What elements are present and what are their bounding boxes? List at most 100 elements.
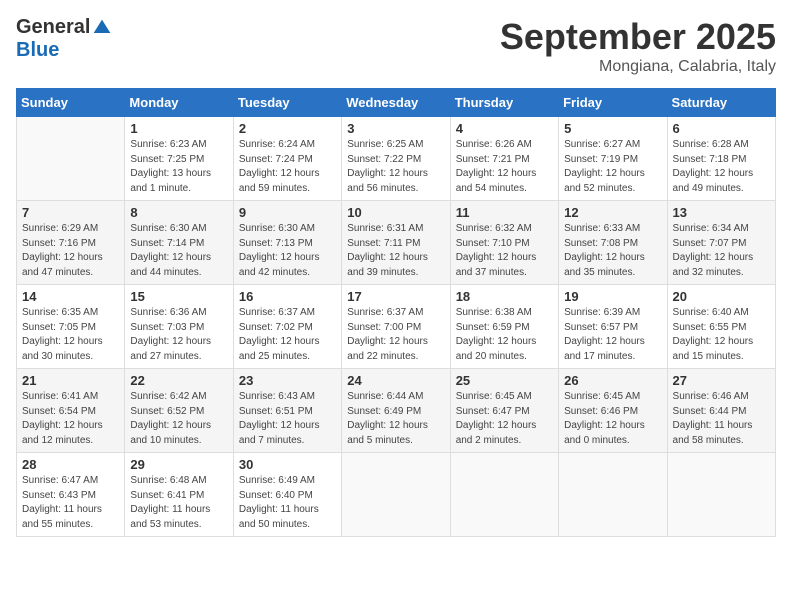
calendar-cell: 10 Sunrise: 6:31 AMSunset: 7:11 PMDayligh… bbox=[342, 201, 450, 285]
day-info: Sunrise: 6:32 AMSunset: 7:10 PMDaylight:… bbox=[456, 222, 553, 280]
day-info: Sunrise: 6:29 AMSunset: 7:16 PMDaylight:… bbox=[22, 222, 119, 280]
calendar-cell: 28 Sunrise: 6:47 AMSunset: 6:43 PMDayligh… bbox=[17, 453, 125, 537]
calendar-cell: 16 Sunrise: 6:37 AMSunset: 7:02 PMDayligh… bbox=[233, 285, 341, 369]
weekday-friday: Friday bbox=[559, 89, 667, 117]
location-text: Mongiana, Calabria, Italy bbox=[500, 58, 776, 76]
day-info: Sunrise: 6:36 AMSunset: 7:03 PMDaylight:… bbox=[130, 306, 227, 364]
calendar-cell: 23 Sunrise: 6:43 AMSunset: 6:51 PMDayligh… bbox=[233, 369, 341, 453]
day-info: Sunrise: 6:23 AMSunset: 7:25 PMDaylight:… bbox=[130, 138, 227, 196]
day-info: Sunrise: 6:46 AMSunset: 6:44 PMDaylight:… bbox=[673, 390, 770, 448]
calendar-week-5: 28 Sunrise: 6:47 AMSunset: 6:43 PMDayligh… bbox=[17, 453, 776, 537]
day-number: 7 bbox=[22, 205, 119, 220]
day-info: Sunrise: 6:45 AMSunset: 6:46 PMDaylight:… bbox=[564, 390, 661, 448]
day-info: Sunrise: 6:33 AMSunset: 7:08 PMDaylight:… bbox=[564, 222, 661, 280]
calendar-cell: 26 Sunrise: 6:45 AMSunset: 6:46 PMDayligh… bbox=[559, 369, 667, 453]
calendar-cell: 30 Sunrise: 6:49 AMSunset: 6:40 PMDayligh… bbox=[233, 453, 341, 537]
calendar-cell: 3 Sunrise: 6:25 AMSunset: 7:22 PMDaylight… bbox=[342, 117, 450, 201]
calendar-week-4: 21 Sunrise: 6:41 AMSunset: 6:54 PMDayligh… bbox=[17, 369, 776, 453]
day-number: 26 bbox=[564, 373, 661, 388]
day-info: Sunrise: 6:39 AMSunset: 6:57 PMDaylight:… bbox=[564, 306, 661, 364]
logo-general-text: General bbox=[16, 16, 90, 39]
day-info: Sunrise: 6:40 AMSunset: 6:55 PMDaylight:… bbox=[673, 306, 770, 364]
calendar-cell: 18Sunrise: 6:38 AMSunset: 6:59 PMDayligh… bbox=[450, 285, 558, 369]
month-title: September 2025 bbox=[500, 16, 776, 58]
calendar-cell: 8 Sunrise: 6:30 AMSunset: 7:14 PMDaylight… bbox=[125, 201, 233, 285]
day-info: Sunrise: 6:26 AMSunset: 7:21 PMDaylight:… bbox=[456, 138, 553, 196]
day-info: Sunrise: 6:37 AMSunset: 7:00 PMDaylight:… bbox=[347, 306, 444, 364]
day-info: Sunrise: 6:38 AMSunset: 6:59 PMDaylight:… bbox=[456, 306, 553, 364]
day-info: Sunrise: 6:24 AMSunset: 7:24 PMDaylight:… bbox=[239, 138, 336, 196]
weekday-sunday: Sunday bbox=[17, 89, 125, 117]
calendar-cell: 17 Sunrise: 6:37 AMSunset: 7:00 PMDayligh… bbox=[342, 285, 450, 369]
day-number: 2 bbox=[239, 121, 336, 136]
day-number: 20 bbox=[673, 289, 770, 304]
day-number: 14 bbox=[22, 289, 119, 304]
weekday-monday: Monday bbox=[125, 89, 233, 117]
day-info: Sunrise: 6:31 AMSunset: 7:11 PMDaylight:… bbox=[347, 222, 444, 280]
calendar-cell: 27 Sunrise: 6:46 AMSunset: 6:44 PMDayligh… bbox=[667, 369, 775, 453]
day-info: Sunrise: 6:34 AMSunset: 7:07 PMDaylight:… bbox=[673, 222, 770, 280]
day-info: Sunrise: 6:30 AMSunset: 7:13 PMDaylight:… bbox=[239, 222, 336, 280]
day-number: 16 bbox=[239, 289, 336, 304]
weekday-wednesday: Wednesday bbox=[342, 89, 450, 117]
calendar-week-3: 14Sunrise: 6:35 AMSunset: 7:05 PMDayligh… bbox=[17, 285, 776, 369]
calendar-cell: 12Sunrise: 6:33 AMSunset: 7:08 PMDayligh… bbox=[559, 201, 667, 285]
day-info: Sunrise: 6:37 AMSunset: 7:02 PMDaylight:… bbox=[239, 306, 336, 364]
weekday-saturday: Saturday bbox=[667, 89, 775, 117]
logo-icon bbox=[92, 18, 112, 38]
day-number: 30 bbox=[239, 457, 336, 472]
logo-blue-text: Blue bbox=[16, 39, 59, 62]
day-number: 3 bbox=[347, 121, 444, 136]
calendar-cell: 19 Sunrise: 6:39 AMSunset: 6:57 PMDayligh… bbox=[559, 285, 667, 369]
calendar-cell: 25Sunrise: 6:45 AMSunset: 6:47 PMDayligh… bbox=[450, 369, 558, 453]
day-number: 19 bbox=[564, 289, 661, 304]
day-info: Sunrise: 6:41 AMSunset: 6:54 PMDaylight:… bbox=[22, 390, 119, 448]
calendar-cell: 15 Sunrise: 6:36 AMSunset: 7:03 PMDayligh… bbox=[125, 285, 233, 369]
day-number: 23 bbox=[239, 373, 336, 388]
calendar-cell bbox=[667, 453, 775, 537]
calendar-cell bbox=[450, 453, 558, 537]
calendar-cell: 20 Sunrise: 6:40 AMSunset: 6:55 PMDayligh… bbox=[667, 285, 775, 369]
day-number: 27 bbox=[673, 373, 770, 388]
day-info: Sunrise: 6:30 AMSunset: 7:14 PMDaylight:… bbox=[130, 222, 227, 280]
calendar-cell bbox=[559, 453, 667, 537]
day-number: 15 bbox=[130, 289, 227, 304]
weekday-tuesday: Tuesday bbox=[233, 89, 341, 117]
day-info: Sunrise: 6:25 AMSunset: 7:22 PMDaylight:… bbox=[347, 138, 444, 196]
calendar-cell: 1 Sunrise: 6:23 AMSunset: 7:25 PMDaylight… bbox=[125, 117, 233, 201]
day-number: 29 bbox=[130, 457, 227, 472]
calendar-cell: 2 Sunrise: 6:24 AMSunset: 7:24 PMDaylight… bbox=[233, 117, 341, 201]
calendar-cell: 21 Sunrise: 6:41 AMSunset: 6:54 PMDayligh… bbox=[17, 369, 125, 453]
calendar-cell: 7 Sunrise: 6:29 AMSunset: 7:16 PMDaylight… bbox=[17, 201, 125, 285]
day-number: 24 bbox=[347, 373, 444, 388]
calendar-cell: 11Sunrise: 6:32 AMSunset: 7:10 PMDayligh… bbox=[450, 201, 558, 285]
calendar-cell: 24 Sunrise: 6:44 AMSunset: 6:49 PMDayligh… bbox=[342, 369, 450, 453]
day-number: 1 bbox=[130, 121, 227, 136]
day-info: Sunrise: 6:49 AMSunset: 6:40 PMDaylight:… bbox=[239, 474, 336, 532]
day-number: 17 bbox=[347, 289, 444, 304]
day-info: Sunrise: 6:45 AMSunset: 6:47 PMDaylight:… bbox=[456, 390, 553, 448]
calendar-cell: 9 Sunrise: 6:30 AMSunset: 7:13 PMDaylight… bbox=[233, 201, 341, 285]
day-number: 8 bbox=[130, 205, 227, 220]
calendar-table: SundayMondayTuesdayWednesdayThursdayFrid… bbox=[16, 88, 776, 537]
day-number: 9 bbox=[239, 205, 336, 220]
day-info: Sunrise: 6:42 AMSunset: 6:52 PMDaylight:… bbox=[130, 390, 227, 448]
day-info: Sunrise: 6:47 AMSunset: 6:43 PMDaylight:… bbox=[22, 474, 119, 532]
calendar-cell: 5 Sunrise: 6:27 AMSunset: 7:19 PMDaylight… bbox=[559, 117, 667, 201]
day-info: Sunrise: 6:44 AMSunset: 6:49 PMDaylight:… bbox=[347, 390, 444, 448]
day-info: Sunrise: 6:28 AMSunset: 7:18 PMDaylight:… bbox=[673, 138, 770, 196]
calendar-cell bbox=[342, 453, 450, 537]
weekday-header-row: SundayMondayTuesdayWednesdayThursdayFrid… bbox=[17, 89, 776, 117]
calendar-cell: 29Sunrise: 6:48 AMSunset: 6:41 PMDayligh… bbox=[125, 453, 233, 537]
calendar-cell: 22Sunrise: 6:42 AMSunset: 6:52 PMDayligh… bbox=[125, 369, 233, 453]
day-number: 10 bbox=[347, 205, 444, 220]
calendar-cell: 14Sunrise: 6:35 AMSunset: 7:05 PMDayligh… bbox=[17, 285, 125, 369]
calendar-week-2: 7 Sunrise: 6:29 AMSunset: 7:16 PMDaylight… bbox=[17, 201, 776, 285]
day-info: Sunrise: 6:27 AMSunset: 7:19 PMDaylight:… bbox=[564, 138, 661, 196]
day-number: 21 bbox=[22, 373, 119, 388]
day-number: 28 bbox=[22, 457, 119, 472]
day-number: 6 bbox=[673, 121, 770, 136]
day-info: Sunrise: 6:43 AMSunset: 6:51 PMDaylight:… bbox=[239, 390, 336, 448]
day-number: 13 bbox=[673, 205, 770, 220]
day-number: 5 bbox=[564, 121, 661, 136]
